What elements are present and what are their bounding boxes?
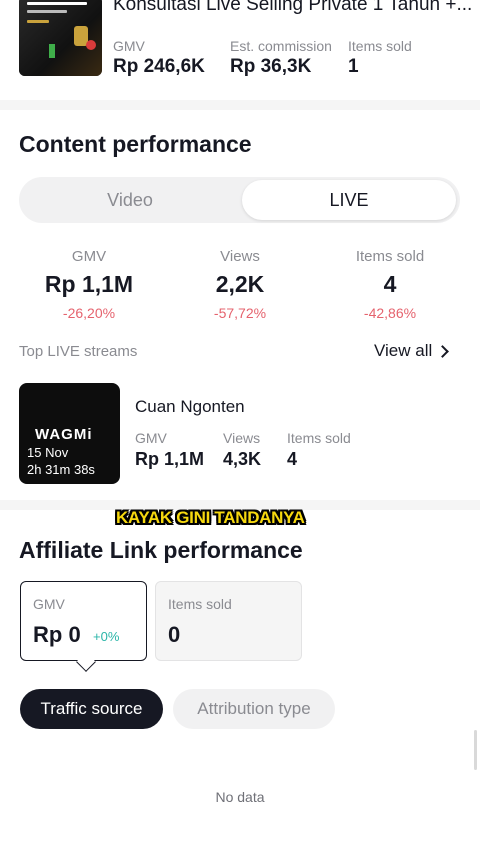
live-gmv-label: GMV (135, 430, 167, 446)
metric-views: Views 2,2K -57,72% (180, 248, 300, 321)
live-gmv-value: Rp 1,1M (135, 449, 205, 469)
product-thumbnail (19, 0, 102, 76)
chip-traffic-source[interactable]: Traffic source (20, 689, 163, 729)
tab-live[interactable]: LIVE (242, 180, 456, 220)
affiliate-items-label: Items sold (168, 596, 232, 612)
live-views-value: 4,3K (223, 449, 262, 469)
video-caption: KAYAK GINI TANDANYA (116, 508, 305, 527)
card-pointer (76, 652, 96, 672)
product-commission-label: Est. commission (230, 38, 332, 54)
live-brand-logo: WAGMi (35, 426, 93, 443)
product-items-value: 1 (348, 56, 359, 77)
content-type-toggle: Video LIVE (19, 177, 460, 223)
product-items-label: Items sold (348, 38, 412, 54)
metric-gmv-value: Rp 1,1M (44, 271, 134, 297)
live-duration: 2h 31m 38s (27, 462, 95, 477)
section-divider (0, 100, 480, 110)
metric-gmv-change: -26,20% (62, 305, 116, 321)
affiliate-gmv-value: Rp 0 (33, 622, 81, 647)
product-title: Konsultasi Live Selling Private 1 Tahun … (113, 0, 473, 15)
metric-gmv: GMV Rp 1,1M -26,20% (29, 248, 149, 321)
empty-state-text: No data (215, 789, 265, 805)
live-stream-thumbnail[interactable]: WAGMi 15 Nov 2h 31m 38s (19, 383, 120, 484)
chip-attribution-type[interactable]: Attribution type (173, 689, 335, 729)
live-views-label: Views (223, 430, 261, 446)
live-items-value: 4 (287, 449, 298, 469)
product-gmv-label: GMV (113, 38, 145, 54)
top-live-streams-label: Top LIVE streams (19, 343, 138, 360)
view-all-link[interactable]: View all (374, 341, 450, 361)
metric-items-sold: Items sold 4 -42,86% (330, 248, 450, 321)
metric-items-value: 4 (383, 271, 397, 297)
content-performance-title: Content performance (19, 131, 252, 157)
metric-gmv-label: GMV (71, 248, 107, 265)
affiliate-performance-title: Affiliate Link performance (19, 537, 303, 563)
affiliate-gmv-card[interactable]: GMV Rp 0 +0% (20, 581, 147, 672)
live-date: 15 Nov (27, 445, 69, 460)
affiliate-gmv-change: +0% (93, 629, 120, 644)
tab-video[interactable]: Video (22, 180, 238, 220)
product-gmv-value: Rp 246,6K (113, 56, 205, 77)
affiliate-items-value: 0 (168, 622, 181, 647)
chevron-right-icon (436, 344, 450, 358)
view-all-label: View all (374, 341, 433, 360)
scrollbar[interactable] (474, 730, 477, 770)
metric-views-change: -57,72% (213, 305, 267, 321)
metric-views-value: 2,2K (215, 271, 265, 297)
metric-items-change: -42,86% (363, 305, 417, 321)
affiliate-gmv-label: GMV (33, 596, 65, 612)
metric-views-label: Views (220, 248, 260, 265)
live-stream-name[interactable]: Cuan Ngonten (135, 397, 245, 417)
product-card[interactable]: Konsultasi Live Selling Private 1 Tahun … (0, 0, 480, 100)
metric-items-label: Items sold (355, 248, 425, 265)
live-items-label: Items sold (287, 430, 351, 446)
affiliate-items-card[interactable]: Items sold 0 (155, 581, 302, 661)
product-commission-value: Rp 36,3K (230, 56, 312, 77)
